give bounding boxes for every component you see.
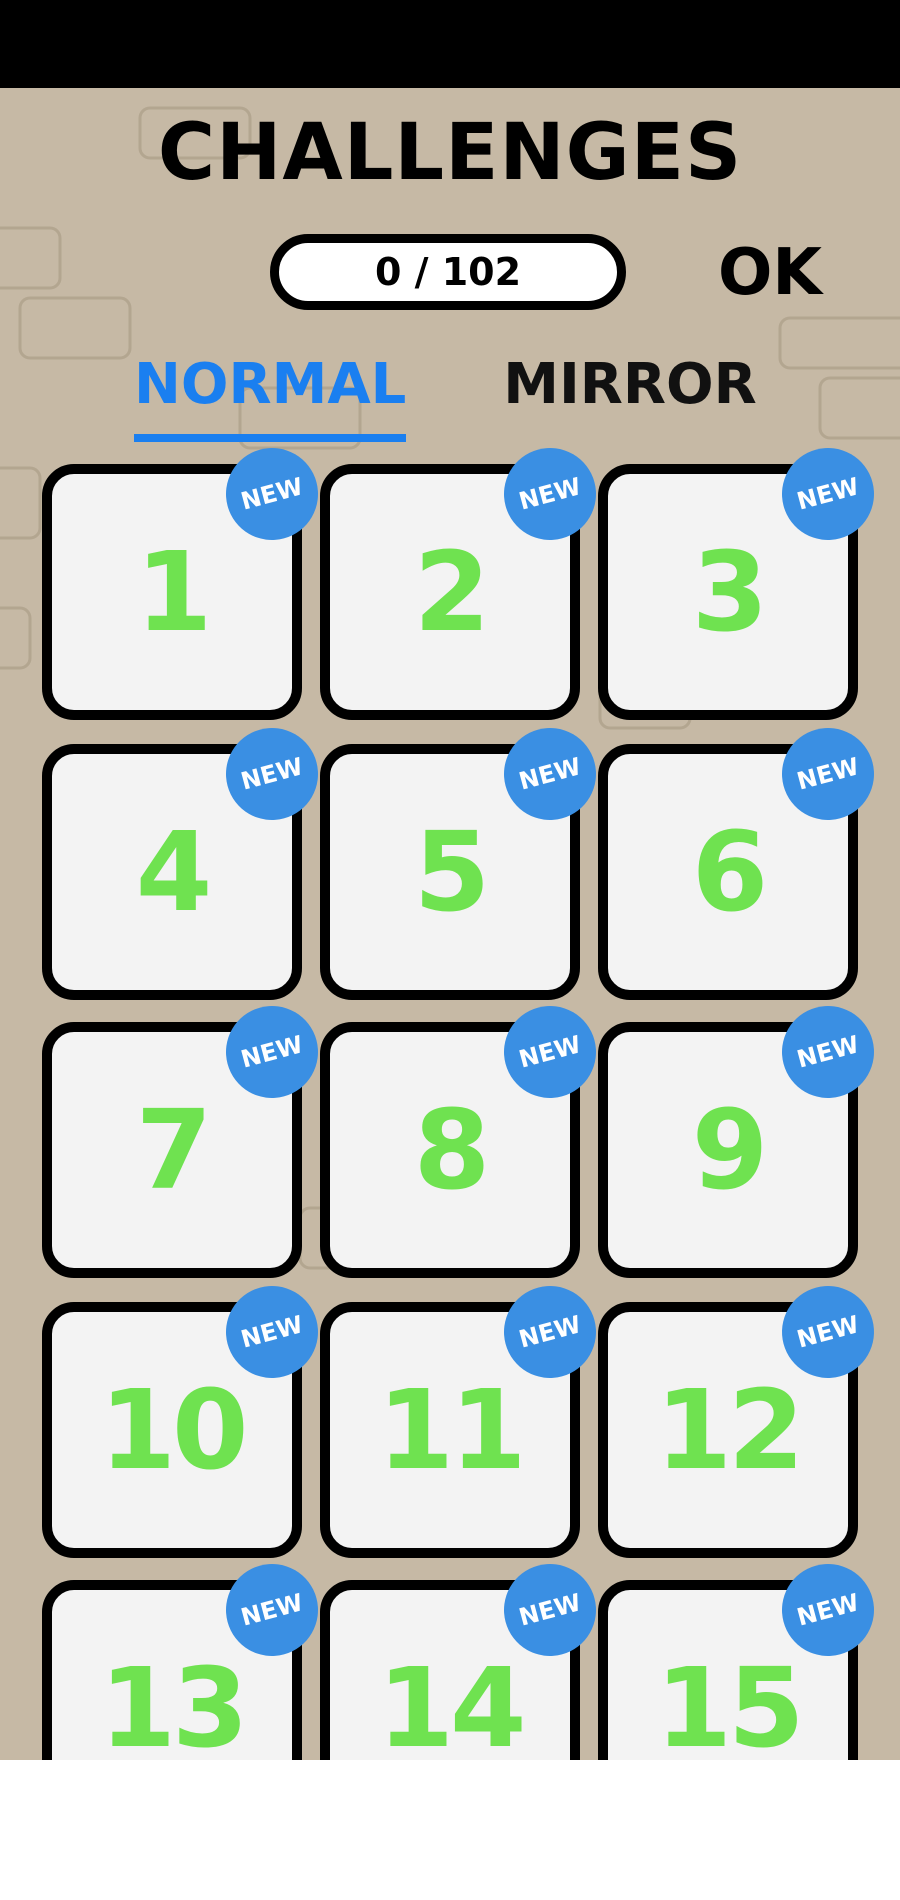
level-number: 6 [691, 808, 769, 936]
level-number: 3 [691, 528, 769, 656]
level-number: 14 [377, 1644, 526, 1760]
level-number: 4 [135, 808, 213, 936]
level-number: 1 [135, 528, 213, 656]
level-number: 13 [99, 1644, 248, 1760]
level-number: 8 [413, 1086, 491, 1214]
status-bar [0, 0, 900, 88]
level-grid: 1 NEW 2 NEW 3 NEW 4 NEW 5 NEW 6 NEW 7 NE… [0, 88, 900, 1760]
level-number: 9 [691, 1086, 769, 1214]
level-number: 12 [655, 1366, 804, 1494]
level-number: 2 [413, 528, 491, 656]
level-number: 11 [377, 1366, 526, 1494]
level-number: 10 [99, 1366, 248, 1494]
level-number: 15 [655, 1644, 804, 1760]
level-number: 7 [135, 1086, 213, 1214]
level-number: 5 [413, 808, 491, 936]
challenges-screen: CHALLENGES 0 / 102 OK NORMAL MIRROR 1 NE… [0, 88, 900, 1760]
